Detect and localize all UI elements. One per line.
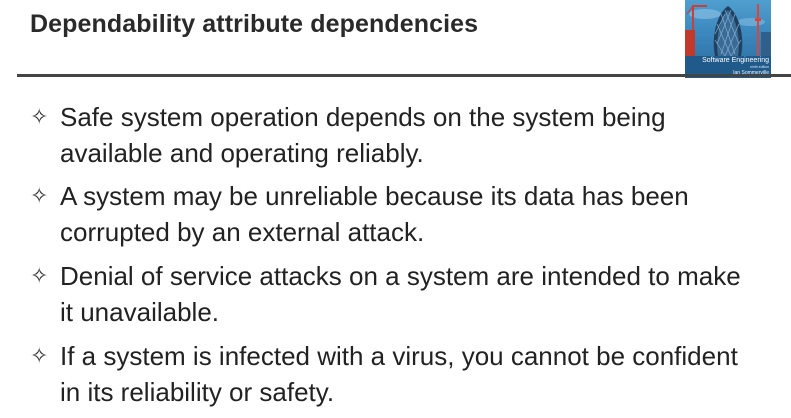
bullet-text: Denial of service attacks on a system ar… — [60, 261, 741, 327]
diamond-bullet-icon: ✧ — [30, 105, 49, 130]
slide: Dependability attribute dependencies Sof… — [0, 0, 791, 418]
diamond-bullet-icon: ✧ — [30, 344, 49, 369]
bullet-text: Safe system operation depends on the sys… — [60, 102, 666, 168]
bullet-text: A system may be unreliable because its d… — [60, 181, 689, 247]
bullet-text: If a system is infected with a virus, yo… — [60, 341, 738, 407]
bullet-list: ✧ Safe system operation depends on the s… — [0, 0, 791, 418]
diamond-bullet-icon: ✧ — [30, 264, 49, 289]
diamond-bullet-icon: ✧ — [30, 184, 49, 209]
